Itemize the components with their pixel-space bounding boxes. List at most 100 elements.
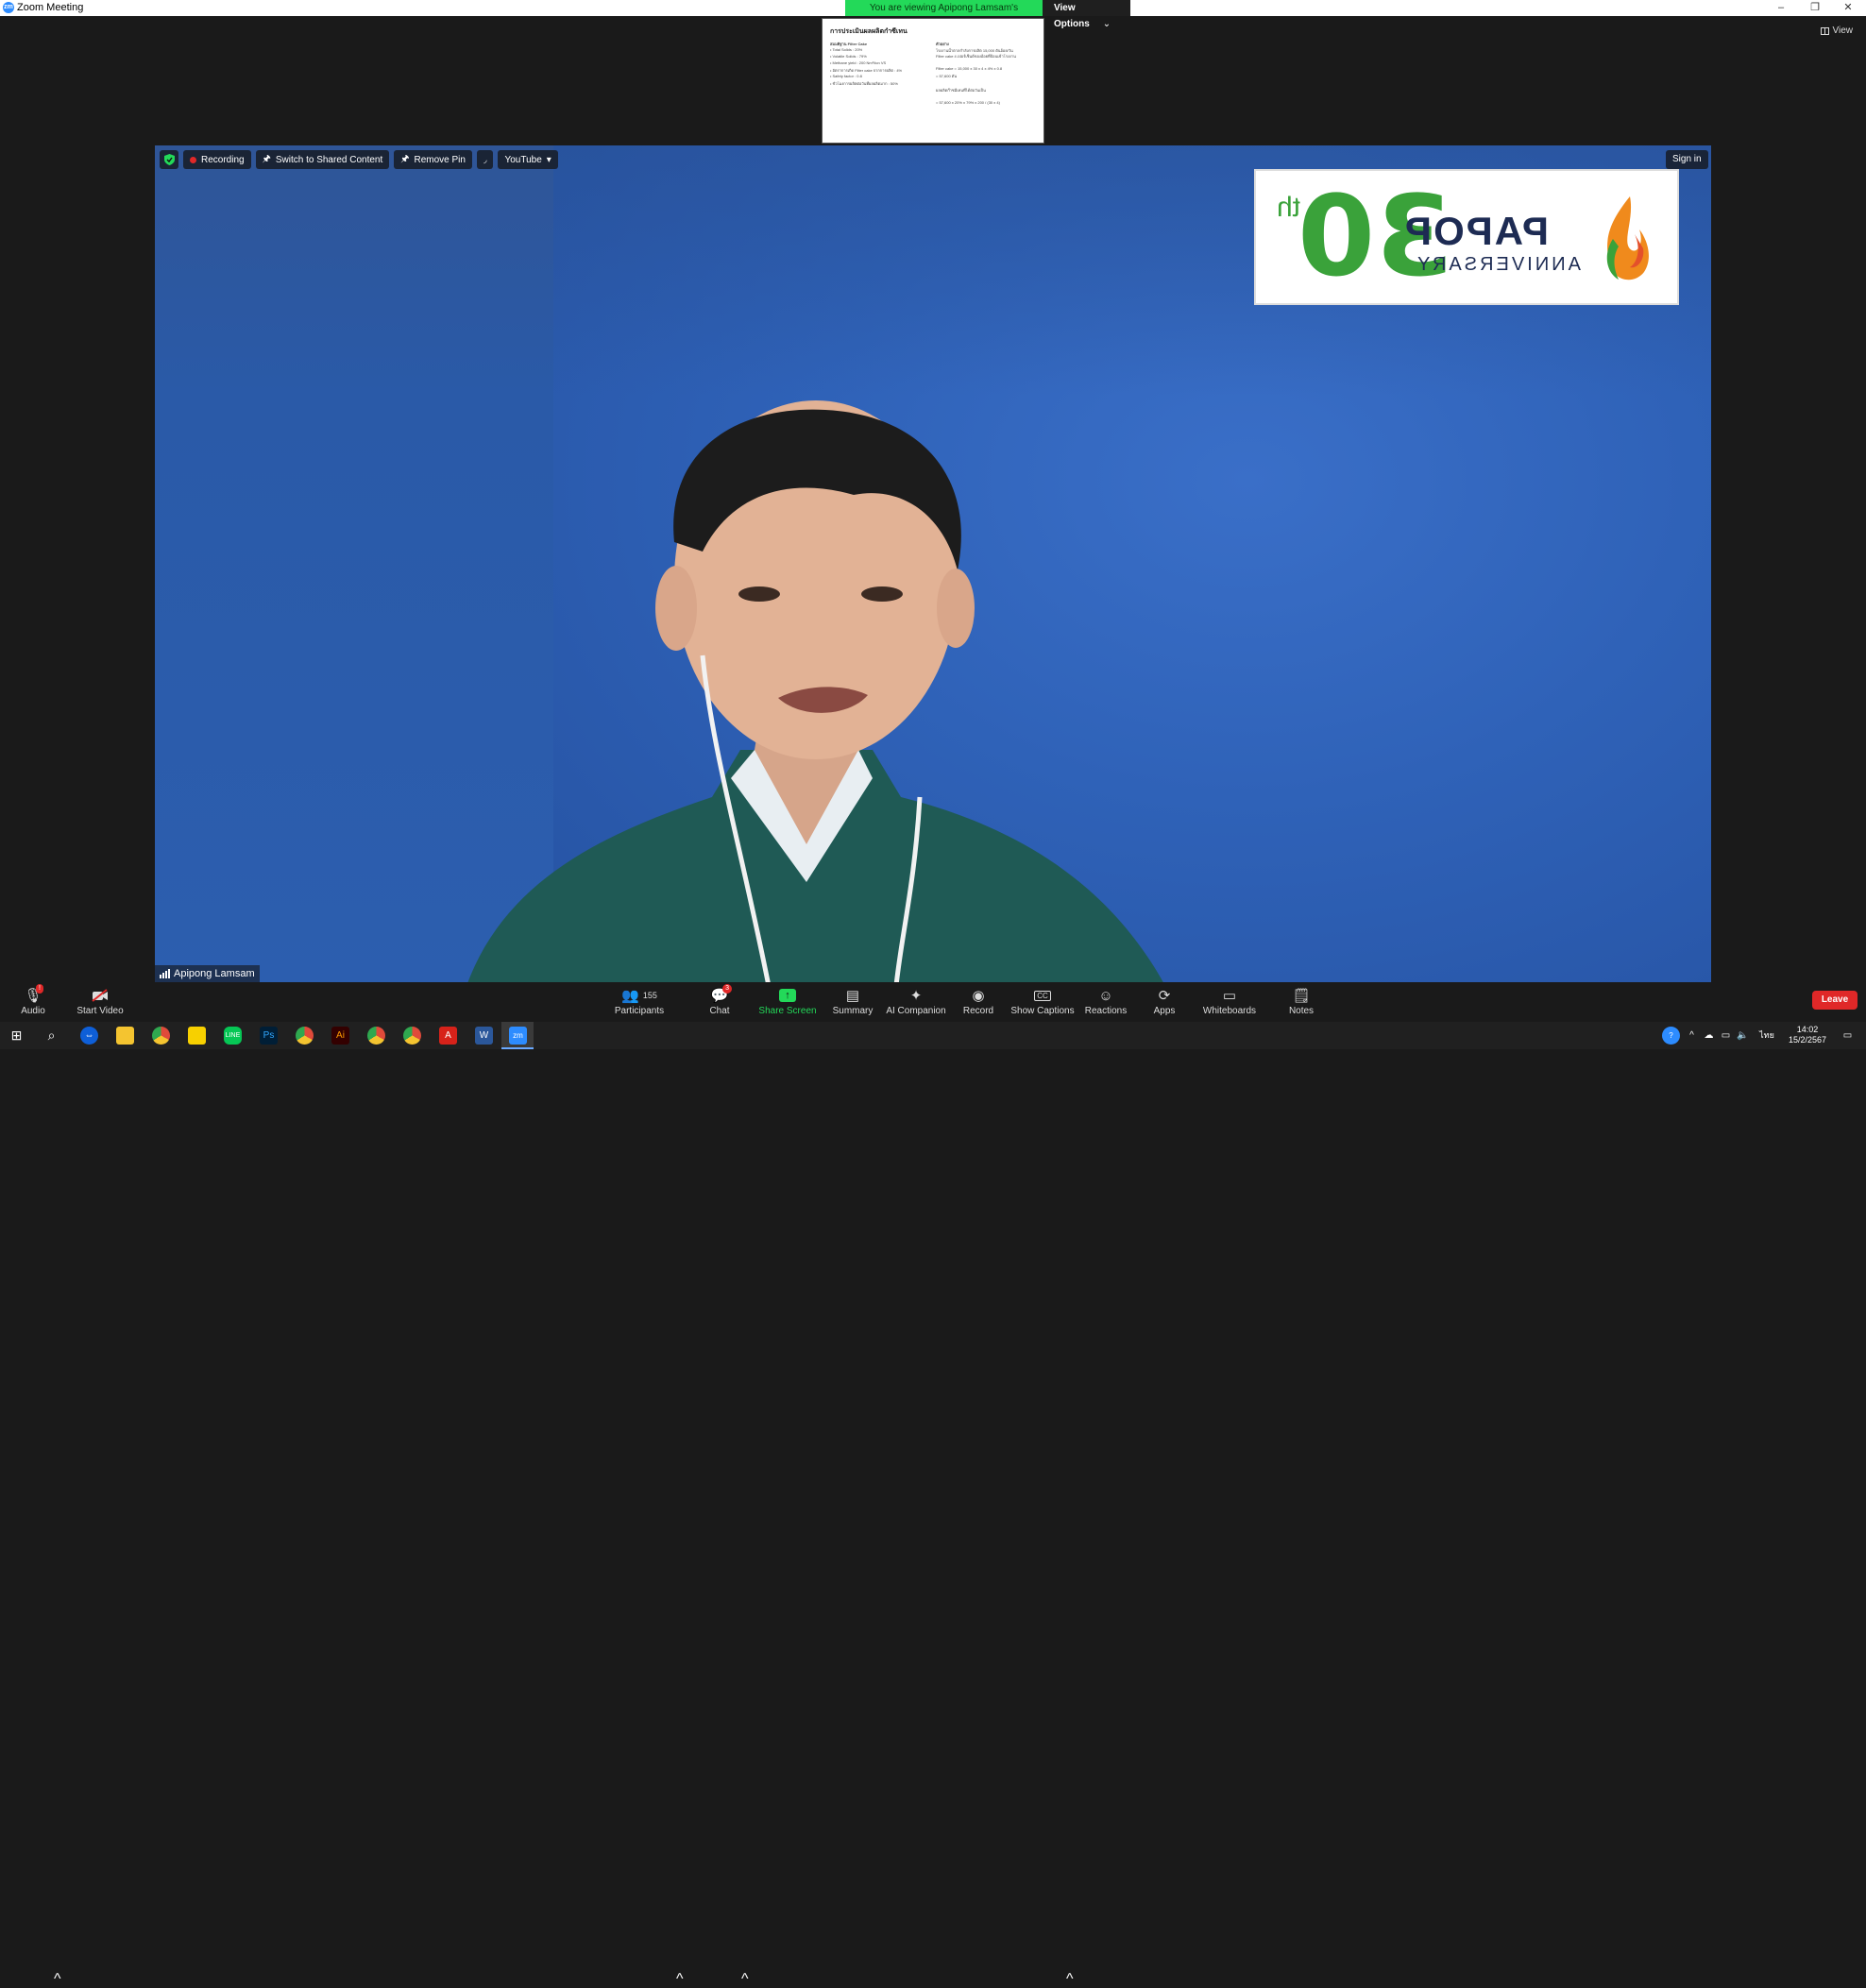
- whiteboards-button[interactable]: ▭ Whiteboards: [1196, 985, 1263, 1016]
- taskbar-clock[interactable]: 14:02 15/2/2567: [1789, 1025, 1826, 1045]
- thumbnail-right-line: = 57,600 x 20% x 79% x 200 / (30 x 4): [936, 100, 1000, 105]
- share-screen-label: Share Screen: [758, 1006, 817, 1016]
- chat-unread-badge: 3: [722, 984, 732, 994]
- viewing-message: You are viewing Apipong Lamsam's screen: [845, 0, 1043, 29]
- thumbnail-left-line: • Volatile Solids : 79%: [830, 54, 867, 59]
- thumbnail-left-line: • ชั่วโมงการผลิตต่อวันที่ผลผลิตมาก : 50%: [830, 81, 898, 86]
- youtube-dropdown[interactable]: YouTube ▾: [498, 150, 558, 169]
- minimize-button[interactable]: –: [1762, 0, 1800, 16]
- chrome-icon[interactable]: [152, 1027, 170, 1045]
- chat-button[interactable]: 💬 3 Chat: [687, 984, 753, 1016]
- thumbnail-right-line: = 57,600 ตัน: [936, 74, 958, 78]
- zoom-icon[interactable]: zm: [509, 1027, 527, 1045]
- switch-shared-label: Switch to Shared Content: [275, 154, 383, 165]
- thumbnail-right-line: Filter cake 4 เปอร์เซ็นต์ของอ้อยที่ป้อนเ…: [936, 54, 1016, 59]
- record-label: Record: [962, 1006, 994, 1016]
- record-button[interactable]: ◉ Record: [945, 985, 1011, 1016]
- chevron-up-icon[interactable]: ^: [1683, 1027, 1701, 1045]
- start-video-label: Start Video: [76, 1006, 124, 1016]
- grid-view-icon: [1820, 26, 1829, 35]
- recording-label: Recording: [201, 154, 245, 165]
- participants-button[interactable]: 👥 155 Participants: [606, 985, 672, 1016]
- sticky-notes-icon[interactable]: [188, 1027, 206, 1045]
- reactions-button[interactable]: ☺ Reactions: [1073, 985, 1139, 1017]
- encryption-shield-button[interactable]: [160, 150, 178, 169]
- meeting-toolbar: 🎙! Audio ^ Start Video 👥 155 Participants…: [0, 982, 1866, 1987]
- file-explorer-icon[interactable]: [116, 1027, 134, 1045]
- thumbnail-right-line: ผลผลิตก๊าซมีเทนที่ได้ต่อวันเป็น: [936, 88, 986, 93]
- share-screen-icon: ↑: [779, 989, 796, 1002]
- view-options-label: View Options: [1054, 3, 1090, 29]
- start-icon[interactable]: ⊞: [8, 1027, 25, 1045]
- participants-options-caret[interactable]: ^: [676, 1971, 684, 1988]
- participant-count: 155: [642, 991, 657, 1000]
- word-icon[interactable]: W: [475, 1027, 493, 1045]
- recording-dot-icon: [190, 156, 196, 163]
- summary-button[interactable]: ▤ Summary: [820, 985, 886, 1016]
- chrome-icon[interactable]: [367, 1027, 385, 1045]
- thumbnail-title: การประเมินผลผลิตกำซีเทน: [830, 28, 908, 35]
- share-screen-button[interactable]: ↑ Share Screen: [755, 985, 821, 1016]
- line-icon[interactable]: LINE: [224, 1027, 242, 1045]
- thumbnail-left-line: • อัตราการเกิด Filter cake จากการผลิต : …: [830, 68, 903, 73]
- illustrator-icon[interactable]: Ai: [331, 1027, 349, 1045]
- participants-label: Participants: [614, 1006, 665, 1016]
- search-icon[interactable]: ⌕: [42, 1027, 60, 1045]
- thumbnail-left-heading: สมมติฐาน Filter Cake: [830, 42, 868, 46]
- leave-button[interactable]: Leave: [1812, 991, 1858, 1010]
- summary-label: Summary: [832, 1006, 874, 1016]
- view-options-button[interactable]: View Options ⌄: [1043, 0, 1130, 29]
- show-captions-button[interactable]: CC Show Captions: [1009, 985, 1076, 1016]
- livestream-button[interactable]: ◞: [476, 150, 494, 169]
- logo-subtitle: ANNIVERSARY: [1415, 254, 1582, 275]
- show-captions-label: Show Captions: [1010, 1006, 1075, 1016]
- restore-button[interactable]: ❐: [1796, 0, 1834, 16]
- speaker-person: [467, 400, 1163, 982]
- caret-down-icon: ▾: [546, 154, 551, 165]
- chrome-icon[interactable]: [403, 1027, 421, 1045]
- volume-icon[interactable]: 🔈: [1734, 1027, 1752, 1045]
- onedrive-icon[interactable]: ☁: [1700, 1027, 1718, 1045]
- ai-companion-button[interactable]: ✦ AI Companion: [883, 985, 949, 1016]
- apps-label: Apps: [1153, 1006, 1176, 1016]
- sparkle-icon: ✦: [909, 988, 923, 1004]
- close-button[interactable]: ✕: [1829, 0, 1866, 16]
- view-layout-button[interactable]: View: [1820, 25, 1853, 36]
- sign-in-button[interactable]: Sign in: [1666, 150, 1708, 169]
- flame-logo-icon: [1606, 196, 1649, 280]
- teamviewer-icon[interactable]: ⇔: [80, 1027, 98, 1045]
- switch-to-shared-content-button[interactable]: 🖈 Switch to Shared Content: [255, 150, 390, 169]
- audio-button[interactable]: 🎙! Audio: [0, 984, 66, 1016]
- clock-date: 15/2/2567: [1788, 1035, 1826, 1045]
- whiteboard-icon: ▭: [1222, 988, 1237, 1004]
- participant-name-label: Apipong Lamsam: [155, 965, 260, 982]
- recording-indicator[interactable]: Recording: [183, 150, 251, 169]
- help-icon[interactable]: ?: [1662, 1027, 1680, 1045]
- summary-icon: ▤: [845, 988, 860, 1004]
- chrome-icon[interactable]: [296, 1027, 314, 1045]
- livestream-icon: ◞: [483, 154, 487, 164]
- shared-screen-thumbnail[interactable]: การประเมินผลผลิตกำซีเทน สมมติฐาน Filter …: [822, 18, 1044, 144]
- pin-icon: 🖈: [262, 153, 271, 164]
- captions-options-caret[interactable]: ^: [1066, 1971, 1074, 1988]
- thumbnail-left-line: • Total Solids : 20%: [830, 47, 863, 52]
- notes-label: Notes: [1288, 1006, 1315, 1016]
- notes-button[interactable]: 🗒 Notes: [1268, 985, 1334, 1016]
- shield-icon: [163, 154, 175, 165]
- start-video-button[interactable]: Start Video: [67, 985, 133, 1016]
- youtube-label: YouTube: [504, 154, 542, 165]
- remove-pin-button[interactable]: 🖈 Remove Pin: [394, 150, 472, 169]
- chat-options-caret[interactable]: ^: [741, 1971, 749, 1988]
- photoshop-icon[interactable]: Ps: [260, 1027, 278, 1045]
- active-speaker-video[interactable]: th 30 PAPOP ANNIVERSARY: [155, 145, 1711, 982]
- smiley-icon: ☺: [1098, 987, 1113, 1004]
- signal-strength-icon: [160, 969, 170, 978]
- acrobat-icon[interactable]: A: [439, 1027, 457, 1045]
- thumbnail-right-line: Filter cake = 15,000 x 30 x 4 x 4% x 0.8: [936, 66, 1003, 71]
- notification-icon[interactable]: ▭: [1839, 1027, 1857, 1045]
- thumbnail-right-heading: ตัวอย่าง: [936, 42, 949, 46]
- audio-options-caret[interactable]: ^: [54, 1971, 61, 1988]
- apps-button[interactable]: ⟳ Apps: [1131, 985, 1197, 1016]
- input-language[interactable]: ไทย: [1753, 1027, 1781, 1045]
- network-icon[interactable]: ▭: [1717, 1027, 1735, 1045]
